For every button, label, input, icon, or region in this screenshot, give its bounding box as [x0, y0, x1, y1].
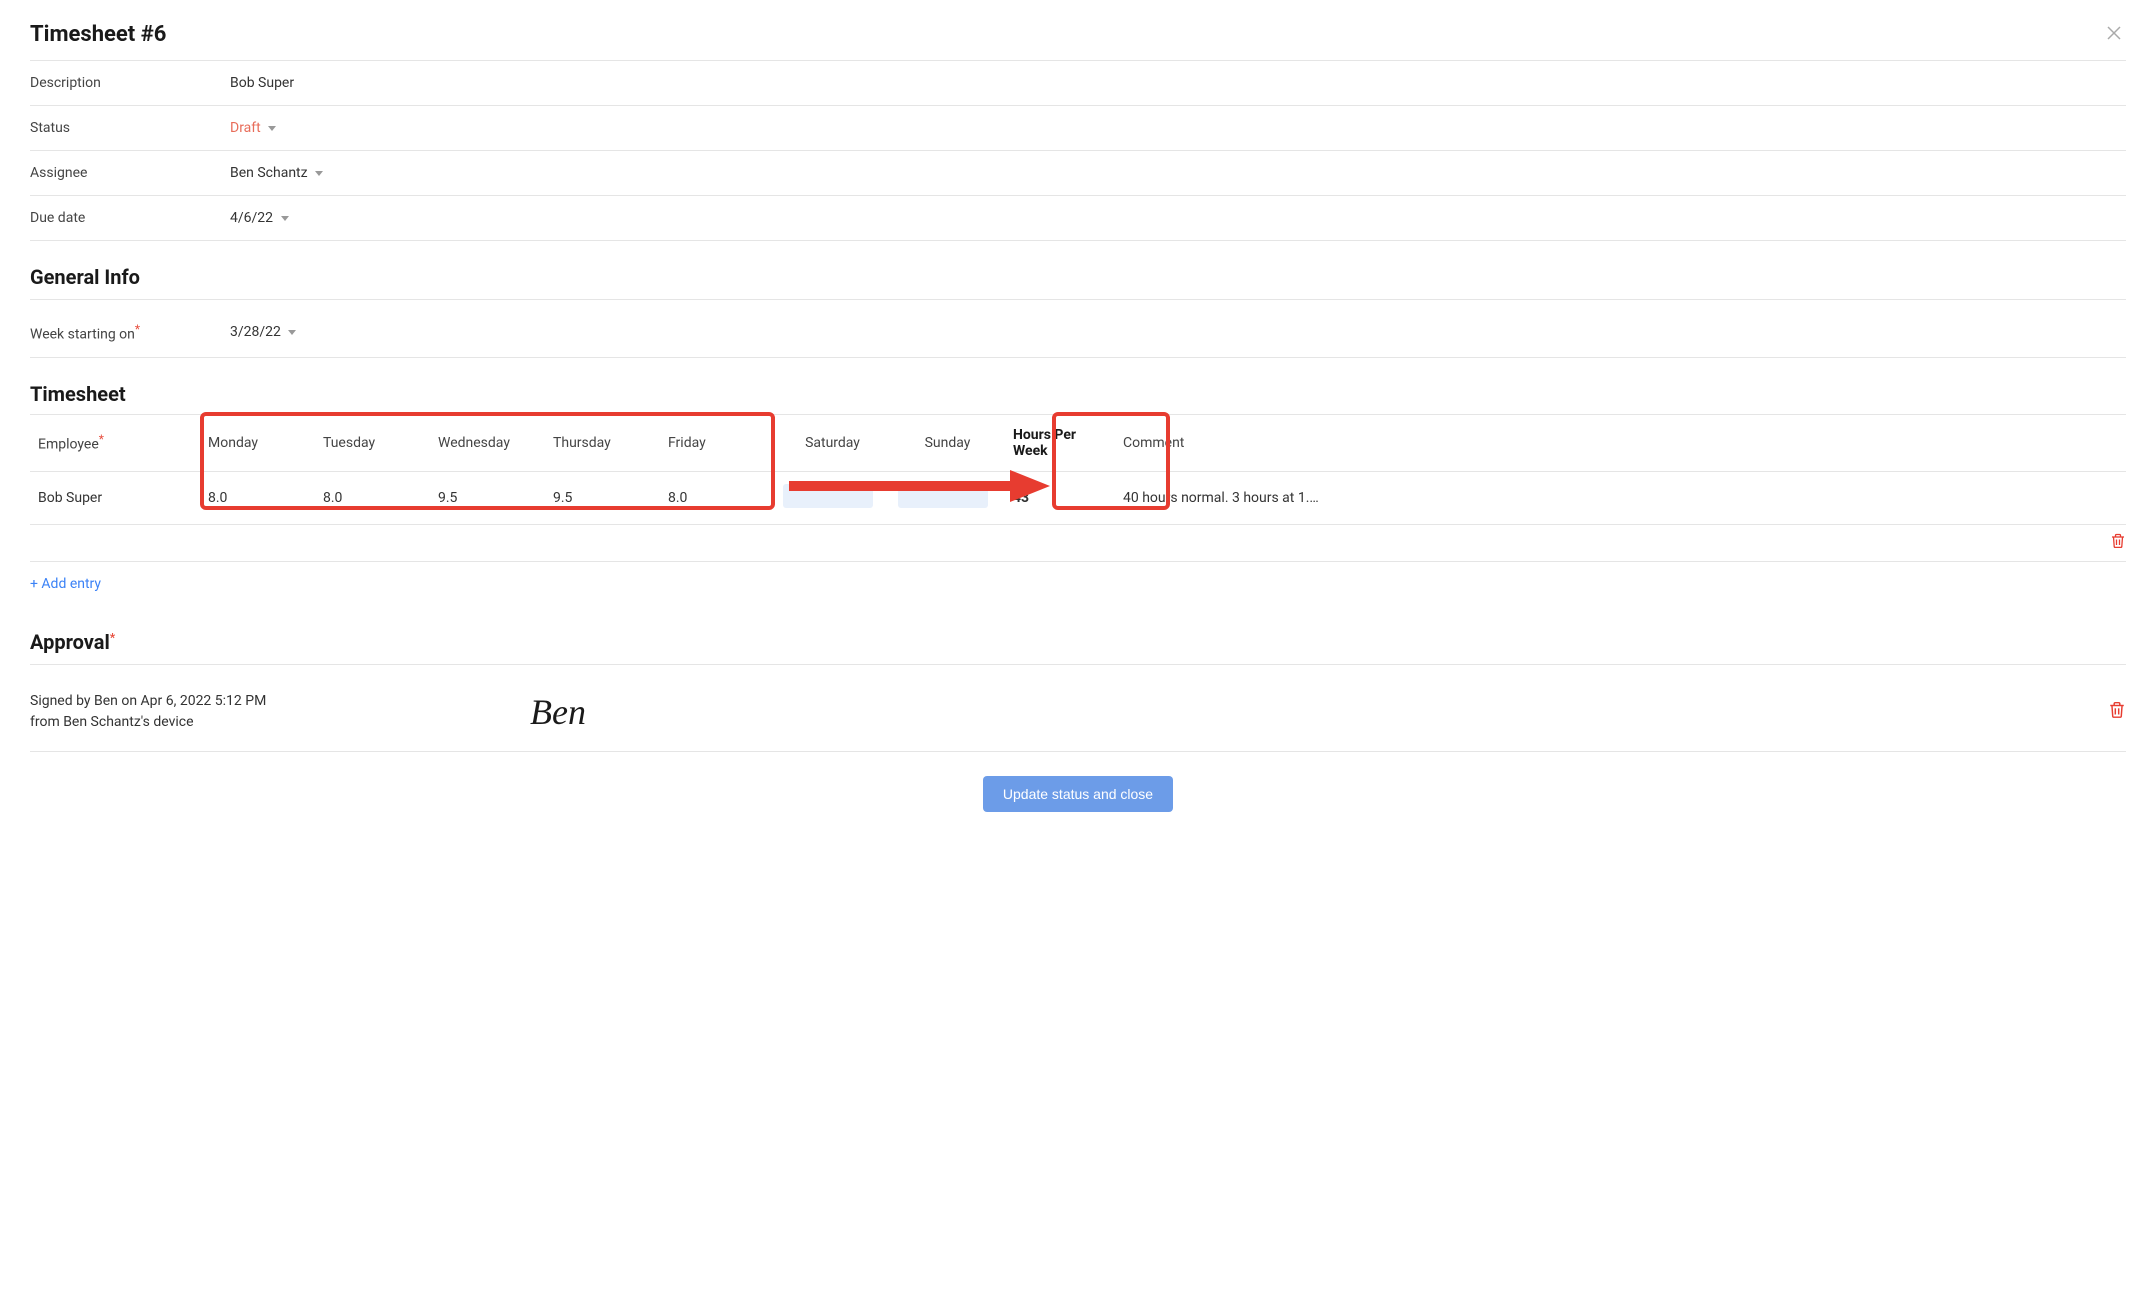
th-employee: Employee*	[30, 414, 200, 471]
th-monday: Monday	[200, 414, 315, 471]
week-starting-text: 3/28/22	[230, 324, 281, 340]
chevron-down-icon	[268, 126, 276, 131]
saturday-input[interactable]	[783, 484, 873, 508]
th-comment: Comment	[1115, 414, 2126, 471]
signature-image: Ben	[530, 691, 586, 733]
week-starting-label-text: Week starting on	[30, 327, 135, 343]
assignee-row: Assignee Ben Schantz	[30, 151, 2126, 196]
cell-tuesday[interactable]: 8.0	[315, 471, 430, 524]
add-entry-link[interactable]: + Add entry	[30, 562, 2126, 606]
week-starting-label: Week starting on*	[30, 322, 230, 343]
signature-row: Signed by Ben on Apr 6, 2022 5:12 PM fro…	[30, 673, 2126, 752]
th-thursday: Thursday	[545, 414, 660, 471]
due-date-label: Due date	[30, 210, 230, 226]
assignee-text: Ben Schantz	[230, 165, 308, 181]
required-asterisk: *	[135, 322, 140, 336]
th-sunday: Sunday	[890, 414, 1005, 471]
description-value[interactable]: Bob Super	[230, 75, 294, 91]
th-saturday: Saturday	[775, 414, 890, 471]
signature-line2: from Ben Schantz's device	[30, 712, 510, 733]
timesheet-heading: Timesheet	[30, 382, 2126, 406]
due-date-row: Due date 4/6/22	[30, 196, 2126, 241]
assignee-label: Assignee	[30, 165, 230, 181]
approval-heading: Approval*	[30, 630, 2126, 665]
status-value[interactable]: Draft	[230, 120, 276, 136]
th-hours-per-week: Hours Per Week	[1005, 414, 1115, 471]
assignee-value[interactable]: Ben Schantz	[230, 165, 323, 181]
th-friday: Friday	[660, 414, 775, 471]
approval-heading-text: Approval	[30, 630, 110, 654]
chevron-down-icon	[315, 171, 323, 176]
cell-saturday[interactable]	[775, 471, 890, 524]
description-label: Description	[30, 75, 230, 91]
week-starting-row: Week starting on* 3/28/22	[30, 308, 2126, 358]
delete-entry-row	[30, 525, 2126, 562]
trash-icon[interactable]	[2110, 537, 2126, 553]
cell-friday[interactable]: 8.0	[660, 471, 775, 524]
general-info-heading: General Info	[30, 265, 2126, 300]
required-asterisk: *	[110, 630, 115, 644]
cell-sunday[interactable]	[890, 471, 1005, 524]
timesheet-table: Employee* Monday Tuesday Wednesday Thurs…	[30, 414, 2126, 525]
sunday-input[interactable]	[898, 484, 988, 508]
chevron-down-icon	[288, 330, 296, 335]
chevron-down-icon	[281, 216, 289, 221]
table-row: Bob Super 8.0 8.0 9.5 9.5 8.0 43 40 hour…	[30, 471, 2126, 524]
cell-monday[interactable]: 8.0	[200, 471, 315, 524]
cell-employee[interactable]: Bob Super	[30, 471, 200, 524]
signature-info: Signed by Ben on Apr 6, 2022 5:12 PM fro…	[30, 691, 510, 733]
th-tuesday: Tuesday	[315, 414, 430, 471]
update-status-close-button[interactable]: Update status and close	[983, 776, 1173, 812]
page-title: Timesheet #6	[30, 22, 166, 47]
description-row: Description Bob Super	[30, 61, 2126, 106]
cell-wednesday[interactable]: 9.5	[430, 471, 545, 524]
status-label: Status	[30, 120, 230, 136]
due-date-text: 4/6/22	[230, 210, 273, 226]
trash-icon[interactable]	[2108, 701, 2126, 723]
week-starting-value[interactable]: 3/28/22	[230, 324, 296, 340]
th-wednesday: Wednesday	[430, 414, 545, 471]
th-employee-text: Employee	[38, 437, 99, 453]
signature-line1: Signed by Ben on Apr 6, 2022 5:12 PM	[30, 691, 510, 712]
close-icon[interactable]	[2102, 20, 2126, 48]
cell-thursday[interactable]: 9.5	[545, 471, 660, 524]
status-row: Status Draft	[30, 106, 2126, 151]
cell-hours-per-week: 43	[1005, 471, 1115, 524]
cell-comment[interactable]: 40 hours normal. 3 hours at 1.…	[1115, 471, 2126, 524]
status-text: Draft	[230, 120, 261, 136]
required-asterisk: *	[99, 432, 104, 446]
due-date-value[interactable]: 4/6/22	[230, 210, 289, 226]
